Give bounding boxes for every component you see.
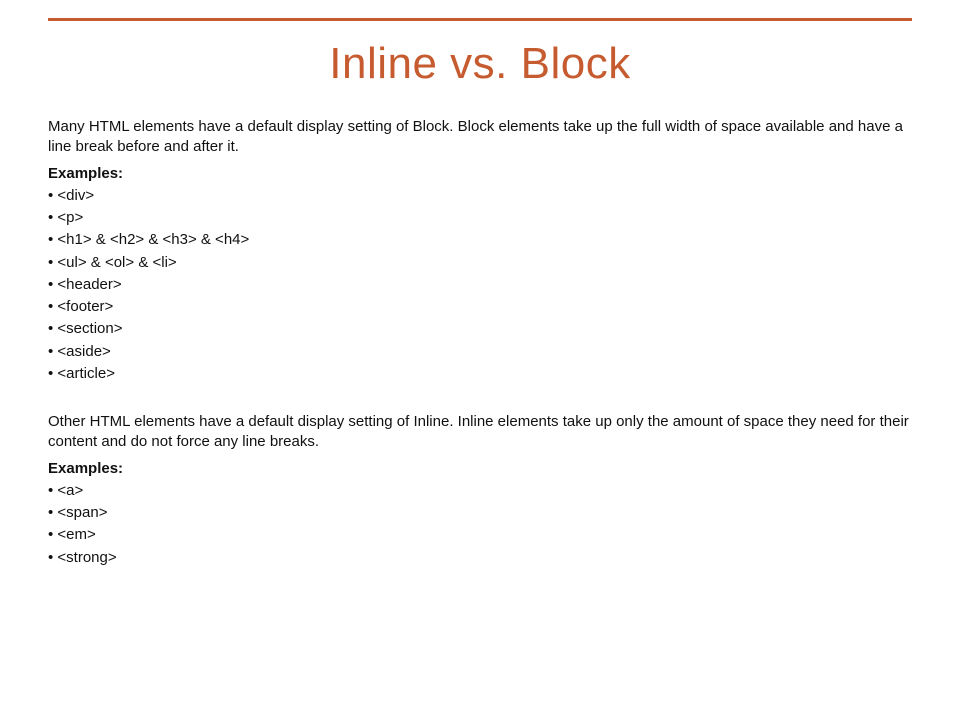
slide-title: Inline vs. Block xyxy=(48,39,912,89)
list-item: <h1> & <h2> & <h3> & <h4> xyxy=(48,230,912,250)
spacer xyxy=(48,400,912,412)
inline-examples-list: <a> <span> <em> <strong> xyxy=(48,481,912,568)
block-intro: Many HTML elements have a default displa… xyxy=(48,117,912,158)
block-examples-list: <div> <p> <h1> & <h2> & <h3> & <h4> <ul>… xyxy=(48,186,912,384)
list-item: <article> xyxy=(48,364,912,384)
slide-body: Many HTML elements have a default displa… xyxy=(48,117,912,568)
divider xyxy=(48,18,912,21)
block-examples-label: Examples: xyxy=(48,164,912,184)
list-item: <p> xyxy=(48,208,912,228)
list-item: <a> xyxy=(48,481,912,501)
list-item: <header> xyxy=(48,275,912,295)
list-item: <div> xyxy=(48,186,912,206)
slide: Inline vs. Block Many HTML elements have… xyxy=(0,18,960,720)
list-item: <ul> & <ol> & <li> xyxy=(48,253,912,273)
list-item: <strong> xyxy=(48,548,912,568)
list-item: <span> xyxy=(48,503,912,523)
list-item: <aside> xyxy=(48,342,912,362)
inline-examples-label: Examples: xyxy=(48,459,912,479)
list-item: <footer> xyxy=(48,297,912,317)
list-item: <section> xyxy=(48,319,912,339)
list-item: <em> xyxy=(48,525,912,545)
inline-intro: Other HTML elements have a default displ… xyxy=(48,412,912,453)
